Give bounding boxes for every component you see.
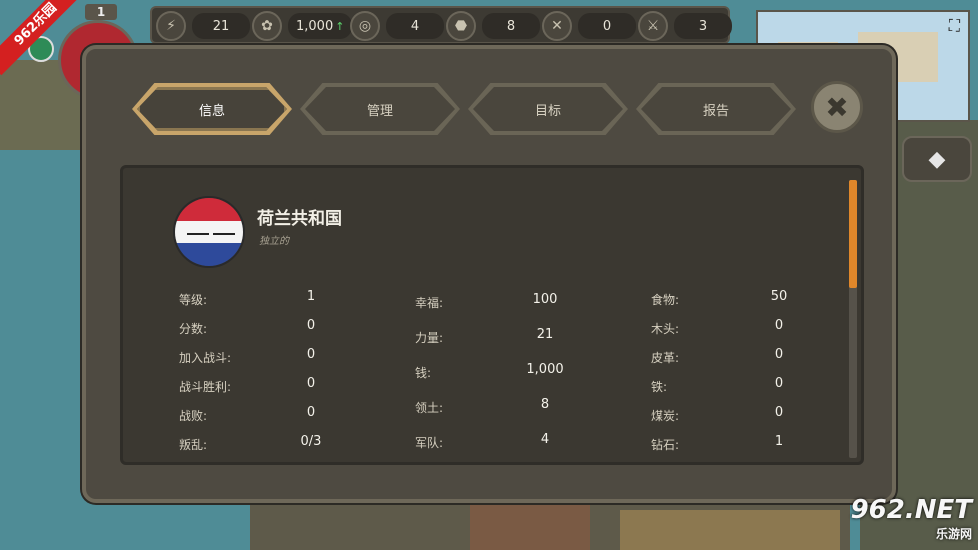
- resource-value-text: 1,000: [296, 18, 334, 34]
- stat-label: 领土:: [415, 401, 444, 415]
- stat-label: 煤炭:: [651, 409, 680, 423]
- stat-label: 皮革:: [651, 351, 680, 365]
- stat-label: 铁:: [651, 380, 668, 394]
- stat-value: 0: [774, 347, 784, 362]
- country-status: 独立的: [259, 236, 289, 247]
- scrollbar[interactable]: [849, 180, 857, 458]
- country-flag-ball: [173, 196, 245, 268]
- stat-value: 0: [306, 347, 316, 362]
- shield-icon: ◎: [350, 11, 380, 41]
- stat-label: 等级:: [179, 293, 208, 307]
- watermark-subtext: 乐游网: [935, 527, 972, 541]
- stat-label: 木头:: [651, 322, 680, 336]
- resource-value: 21: [192, 13, 250, 39]
- country-name: 荷兰共和国: [257, 209, 342, 229]
- stat-label: 分数:: [179, 322, 208, 336]
- resource-coins: ✿ 1,000 ↑: [252, 10, 353, 42]
- stat-label: 战斗胜利:: [179, 380, 232, 394]
- stat-value: 0: [306, 405, 316, 420]
- diamond-icon: ◆: [928, 146, 946, 172]
- stat-value: 0/3: [300, 434, 322, 449]
- info-panel: 荷兰共和国 独立的 等级: 1 分数: 0 加入战斗: 0 战斗胜利: 0 战败…: [120, 165, 864, 465]
- expand-icon[interactable]: ⛶: [949, 16, 960, 36]
- stat-label: 钻石:: [651, 438, 680, 452]
- stat-label: 幸福:: [415, 296, 444, 310]
- tab-label: 报告: [641, 87, 791, 131]
- tab-label: 目标: [473, 87, 623, 131]
- coins-icon: ✿: [252, 11, 282, 41]
- country-info-dialog: 信息 管理 目标 报告 ✖ 荷兰共和国 独立的 等级: 1 分数: 0 加入战斗…: [82, 45, 896, 503]
- stat-label: 食物:: [651, 293, 680, 307]
- land-region: [470, 505, 590, 550]
- stat-value: 0: [306, 318, 316, 333]
- stat-value: 1: [306, 289, 316, 304]
- resource-value: 8: [482, 13, 540, 39]
- stat-value: 21: [536, 327, 554, 342]
- tab-goals[interactable]: 目标: [468, 83, 628, 135]
- stat-label: 战败:: [179, 409, 208, 423]
- stat-label: 叛乱:: [179, 438, 208, 452]
- stat-value: 8: [540, 397, 550, 412]
- stat-label: 军队:: [415, 436, 444, 450]
- close-icon: ✖: [825, 90, 849, 124]
- stat-value: 4: [540, 432, 550, 447]
- trend-up-icon: ↑: [335, 19, 345, 33]
- resource-lightning: ⚡ 21: [156, 10, 250, 42]
- resource-territory: ⬣ 8: [446, 10, 540, 42]
- stat-value: 0: [306, 376, 316, 391]
- resource-army: ⚔ 3: [638, 10, 732, 42]
- tab-label: 信息: [137, 87, 287, 131]
- stat-value: 1,000: [526, 362, 564, 377]
- stat-value: 1: [774, 434, 784, 449]
- resource-value: 0: [578, 13, 636, 39]
- resource-shield: ◎ 4: [350, 10, 444, 42]
- stat-label: 加入战斗:: [179, 351, 232, 365]
- scrollbar-thumb[interactable]: [849, 180, 857, 288]
- land-region: [620, 510, 840, 550]
- tab-manage[interactable]: 管理: [300, 83, 460, 135]
- stat-value: 0: [774, 376, 784, 391]
- resource-value: 1,000 ↑: [288, 13, 353, 39]
- resource-value: 3: [674, 13, 732, 39]
- resource-value: 4: [386, 13, 444, 39]
- resource-battles: ✕ 0: [542, 10, 636, 42]
- stat-value: 0: [774, 318, 784, 333]
- tab-reports[interactable]: 报告: [636, 83, 796, 135]
- watermark-logo: 962.NET 乐游网: [851, 495, 972, 542]
- stat-value: 0: [774, 405, 784, 420]
- stat-value: 100: [532, 292, 558, 307]
- tab-info[interactable]: 信息: [132, 83, 292, 135]
- diamond-shop-button[interactable]: ◆: [902, 136, 972, 182]
- sword-icon: ⚔: [638, 11, 668, 41]
- stat-label: 钱:: [415, 366, 432, 380]
- close-button[interactable]: ✖: [811, 81, 863, 133]
- stat-label: 力量:: [415, 331, 444, 345]
- crossed-swords-icon: ✕: [542, 11, 572, 41]
- tab-label: 管理: [305, 87, 455, 131]
- player-level-badge: 1: [85, 4, 117, 20]
- watermark-text: 962.NET: [850, 495, 972, 525]
- map-territory-icon: ⬣: [446, 11, 476, 41]
- lightning-icon: ⚡: [156, 11, 186, 41]
- stat-value: 50: [770, 289, 788, 304]
